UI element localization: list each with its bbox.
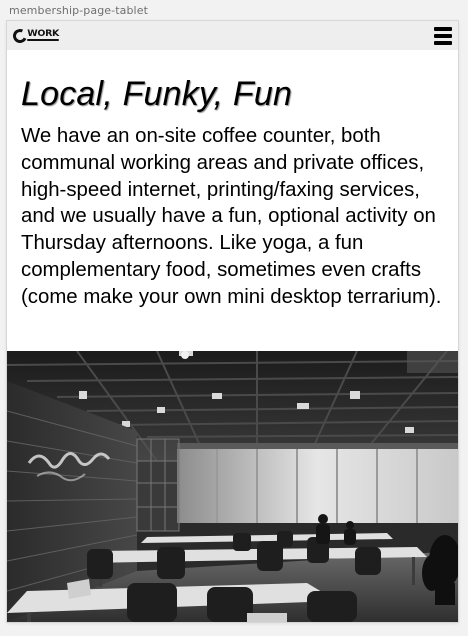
- tablet-viewport: WORK Local, Funky, Fun We have an on-sit…: [7, 21, 458, 622]
- hamburger-bar: [434, 41, 452, 45]
- hamburger-menu-icon[interactable]: [434, 27, 452, 45]
- hamburger-bar: [434, 34, 452, 38]
- office-photo-illustration: [7, 351, 458, 622]
- frame-label: membership-page-tablet: [9, 4, 148, 17]
- coworking-office-photo: [7, 351, 458, 622]
- logo-link[interactable]: WORK: [11, 26, 61, 45]
- intro-section: Local, Funky, Fun We have an on-site cof…: [21, 74, 446, 311]
- logo-text: WORK: [27, 29, 60, 41]
- page-headline: Local, Funky, Fun: [21, 75, 293, 113]
- amenities-description: We have an on-site coffee counter, both …: [21, 125, 442, 308]
- navbar: WORK: [7, 21, 458, 50]
- window-wall: [177, 443, 458, 523]
- glass-partition: [136, 438, 180, 532]
- hamburger-bar: [434, 27, 452, 31]
